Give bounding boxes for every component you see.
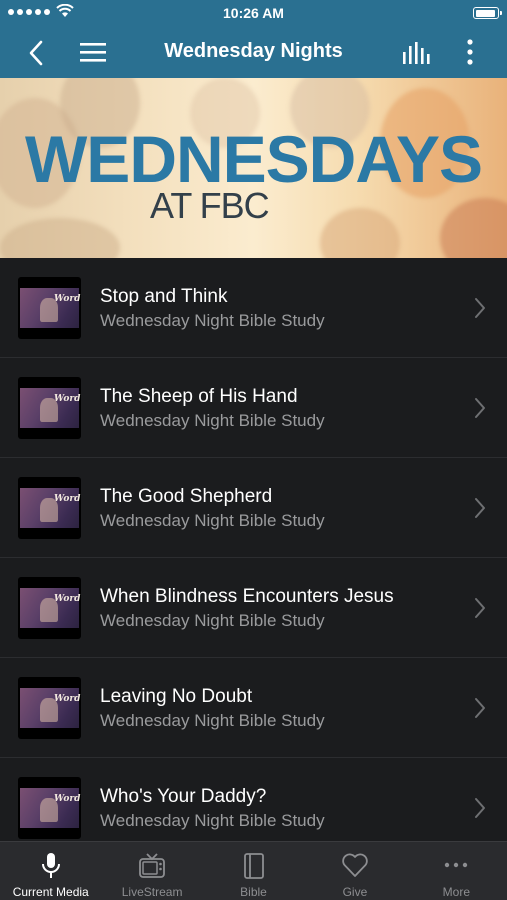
chevron-right-icon xyxy=(475,798,485,818)
chevron-right-icon xyxy=(475,498,485,518)
media-thumbnail: Word xyxy=(18,477,81,539)
tab-label: Current Media xyxy=(12,885,89,899)
tab-bar: Current Media LiveStream Bible Give More xyxy=(0,841,507,900)
tab-label: Bible xyxy=(240,885,267,899)
tab-label: More xyxy=(442,885,470,899)
banner-image: WEDNESDAYS AT FBC xyxy=(0,78,507,258)
item-title: Who's Your Daddy? xyxy=(100,786,267,807)
page-title: Wednesday Nights xyxy=(164,40,343,62)
tab-more[interactable]: More xyxy=(406,842,507,900)
banner-title: WEDNESDAYS xyxy=(25,122,483,196)
banner-subtitle: AT FBC xyxy=(150,185,270,226)
chevron-right-icon xyxy=(475,298,485,318)
tab-give[interactable]: Give xyxy=(304,842,405,900)
battery-icon xyxy=(473,7,502,19)
tab-bible[interactable]: Bible xyxy=(203,842,304,900)
vertical-more-icon[interactable] xyxy=(463,38,477,66)
status-bar: 10:26 AM xyxy=(0,0,507,26)
item-subtitle: Wednesday Night Bible Study xyxy=(100,811,325,830)
audio-bars-icon[interactable] xyxy=(401,40,433,66)
item-title: When Blindness Encounters Jesus xyxy=(100,586,394,607)
media-list: Word Stop and Think Wednesday Night Bibl… xyxy=(0,258,507,841)
status-time: 10:26 AM xyxy=(223,5,284,21)
nav-bar: Wednesday Nights xyxy=(0,26,507,78)
list-item[interactable]: Word Who's Your Daddy? Wednesday Night B… xyxy=(0,758,507,841)
item-title: The Good Shepherd xyxy=(100,486,273,507)
item-subtitle: Wednesday Night Bible Study xyxy=(100,711,325,730)
list-item[interactable]: Word The Sheep of His Hand Wednesday Nig… xyxy=(0,358,507,458)
item-subtitle: Wednesday Night Bible Study xyxy=(100,611,325,630)
list-item[interactable]: Word Leaving No Doubt Wednesday Night Bi… xyxy=(0,658,507,758)
chevron-left-icon[interactable] xyxy=(22,38,52,68)
microphone-icon xyxy=(41,853,60,878)
item-title: Stop and Think xyxy=(100,286,228,307)
hamburger-menu-icon[interactable] xyxy=(78,39,108,65)
item-subtitle: Wednesday Night Bible Study xyxy=(100,311,325,330)
tab-label: LiveStream xyxy=(121,885,183,899)
tab-label: Give xyxy=(342,885,368,899)
chevron-right-icon xyxy=(475,598,485,618)
media-thumbnail: Word xyxy=(18,677,81,739)
tv-icon xyxy=(139,853,166,878)
media-thumbnail: Word xyxy=(18,377,81,439)
tab-current-media[interactable]: Current Media xyxy=(0,842,101,900)
list-item[interactable]: Word The Good Shepherd Wednesday Night B… xyxy=(0,458,507,558)
list-item[interactable]: Word When Blindness Encounters Jesus Wed… xyxy=(0,558,507,658)
item-title: Leaving No Doubt xyxy=(100,686,253,707)
chevron-right-icon xyxy=(475,698,485,718)
list-item[interactable]: Word Stop and Think Wednesday Night Bibl… xyxy=(0,258,507,358)
item-subtitle: Wednesday Night Bible Study xyxy=(100,411,325,430)
more-dots-icon xyxy=(445,862,468,868)
item-title: The Sheep of His Hand xyxy=(100,386,298,407)
chevron-right-icon xyxy=(475,398,485,418)
book-icon xyxy=(243,853,264,879)
tab-livestream[interactable]: LiveStream xyxy=(101,842,202,900)
media-thumbnail: Word xyxy=(18,577,81,639)
media-thumbnail: Word xyxy=(18,777,81,839)
media-thumbnail: Word xyxy=(18,277,81,339)
heart-icon xyxy=(342,853,368,877)
item-subtitle: Wednesday Night Bible Study xyxy=(100,511,325,530)
